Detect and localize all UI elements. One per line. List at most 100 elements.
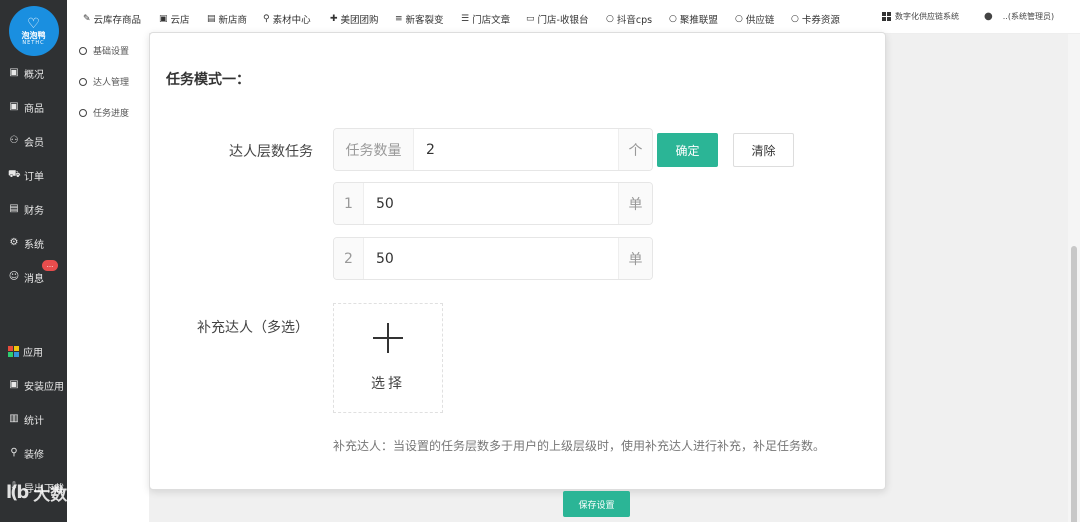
subnav-task-progress[interactable]: 任务进度 bbox=[79, 106, 129, 119]
goods-icon: ▣ bbox=[9, 101, 19, 112]
chart-icon: ▥ bbox=[9, 413, 19, 424]
sidebar-item-label: 应用 bbox=[23, 347, 43, 359]
select-influencer-button[interactable]: 选择 bbox=[333, 303, 443, 413]
save-settings-button[interactable]: 保存设置 bbox=[563, 491, 630, 517]
sidebar-item-apps[interactable]: 应用 bbox=[0, 339, 67, 363]
top-nav-meituan[interactable]: ✚ 美团团购 bbox=[330, 12, 379, 26]
main-sidebar: ♡ 泡泡鸭 NETHC ▣ 概况 ▣ 商品 ⚇ 会员 ⛟ 订单 ▤ 财务 ⚙ 系统 ☺ 消息 … bbox=[0, 0, 67, 522]
circle-icon bbox=[79, 108, 87, 117]
top-nav-alliance[interactable]: ○ 聚推联盟 bbox=[669, 12, 718, 26]
clear-button[interactable]: 清除 bbox=[733, 133, 794, 167]
top-nav-articles[interactable]: ☰ 门店文章 bbox=[461, 12, 510, 26]
top-nav-douyin[interactable]: ○ 抖音cps bbox=[606, 12, 652, 26]
member-icon: ⚇ bbox=[9, 135, 19, 146]
cart-icon: ⛟ bbox=[8, 169, 21, 180]
circle-icon: ○ bbox=[669, 14, 677, 24]
sidebar-item-finance[interactable]: ▤ 财务 bbox=[0, 197, 67, 221]
logo-subtext: NETHC bbox=[22, 39, 45, 46]
top-nav-cloud-stock[interactable]: ✎ 云库存商品 bbox=[83, 12, 141, 26]
watermark-logo: l(b bbox=[6, 482, 29, 503]
level-index: 2 bbox=[334, 238, 364, 279]
sidebar-item-goods[interactable]: ▣ 商品 bbox=[0, 95, 67, 119]
top-nav-coupons[interactable]: ○ 卡券资源 bbox=[791, 12, 840, 26]
sidebar-item-label: 安装应用 bbox=[24, 381, 64, 393]
top-nav-fission[interactable]: ≡ 新客裂变 bbox=[395, 12, 444, 26]
select-label: 选择 bbox=[371, 376, 405, 392]
subnav-label: 达人管理 bbox=[93, 78, 130, 88]
sidebar-item-install[interactable]: ▣ 安装应用 bbox=[0, 373, 67, 397]
top-nav-label: 聚推联盟 bbox=[679, 15, 718, 26]
task-count-input[interactable]: 任务数量 2 个 bbox=[333, 128, 653, 171]
page-scrollbar[interactable] bbox=[1068, 34, 1080, 522]
brand-logo[interactable]: ♡ 泡泡鸭 NETHC bbox=[8, 6, 59, 56]
task-count-prefix: 任务数量 bbox=[334, 129, 414, 170]
circle-icon bbox=[79, 77, 87, 86]
sidebar-item-label: 消息 bbox=[24, 273, 44, 285]
sidebar-item-label: 订单 bbox=[24, 171, 44, 183]
cashier-icon: ▭ bbox=[526, 14, 535, 24]
watermark-text: 大数跨境 bbox=[33, 485, 102, 505]
top-nav-label: 新客裂变 bbox=[405, 15, 444, 26]
apps-icon bbox=[8, 345, 19, 357]
material-icon: ⚲ bbox=[263, 14, 270, 24]
system-label: 数字化供应链系统 bbox=[895, 12, 959, 21]
sidebar-item-orders[interactable]: ⛟ 订单 bbox=[0, 163, 67, 187]
sidebar-item-stats[interactable]: ▥ 统计 bbox=[0, 407, 67, 431]
sidebar-item-member[interactable]: ⚇ 会员 bbox=[0, 129, 67, 153]
sidebar-item-label: 概况 bbox=[24, 69, 44, 81]
level-value[interactable]: 50 bbox=[364, 238, 618, 279]
sidebar-item-overview[interactable]: ▣ 概况 bbox=[0, 61, 67, 85]
level-value[interactable]: 50 bbox=[364, 183, 618, 224]
level-1-input[interactable]: 1 50 单 bbox=[333, 182, 653, 225]
circle-icon bbox=[79, 46, 87, 55]
user-icon: ● bbox=[984, 11, 993, 22]
task-count-value[interactable]: 2 bbox=[414, 129, 618, 170]
task-mode-dialog: 任务模式一： 达人层数任务 任务数量 2 个 确定 清除 1 50 单 2 50… bbox=[149, 32, 886, 490]
level-2-input[interactable]: 2 50 单 bbox=[333, 237, 653, 280]
top-nav-label: 门店-收银台 bbox=[537, 15, 589, 26]
article-icon: ☰ bbox=[461, 14, 470, 24]
sidebar-item-label: 装修 bbox=[24, 449, 44, 461]
top-nav-new-store[interactable]: ▤ 新店商 bbox=[207, 12, 247, 26]
logo-text: 泡泡鸭 bbox=[21, 30, 46, 40]
level-index: 1 bbox=[334, 183, 364, 224]
top-nav-label: 云库存商品 bbox=[93, 15, 142, 26]
user-label: ..(系统管理员) bbox=[1002, 12, 1055, 21]
subnav-label: 基础设置 bbox=[93, 47, 130, 57]
subnav-label: 任务进度 bbox=[93, 109, 130, 119]
top-nav-material[interactable]: ⚲ 素材中心 bbox=[263, 12, 311, 26]
sidebar-item-label: 统计 bbox=[24, 415, 44, 427]
system-switch[interactable]: 数字化供应链系统 bbox=[882, 11, 959, 22]
decorate-icon: ⚲ bbox=[10, 447, 18, 458]
plus-icon bbox=[373, 323, 403, 353]
overview-icon: ▣ bbox=[9, 67, 19, 78]
sidebar-item-label: 系统 bbox=[24, 239, 44, 251]
scrollbar-thumb[interactable] bbox=[1071, 246, 1077, 522]
sidebar-item-label: 商品 bbox=[24, 103, 44, 115]
sidebar-item-system[interactable]: ⚙ 系统 bbox=[0, 231, 67, 255]
top-nav-label: 卡券资源 bbox=[801, 15, 840, 26]
task-count-unit: 个 bbox=[618, 129, 652, 170]
top-nav-label: 云店 bbox=[170, 15, 190, 26]
user-menu[interactable]: ● ..(系统管理员) bbox=[984, 11, 1054, 22]
subnav-influencer-management[interactable]: 达人管理 bbox=[79, 75, 129, 88]
top-nav-label: 美团团购 bbox=[340, 15, 379, 26]
list-icon: ≡ bbox=[395, 14, 403, 24]
sidebar-item-decorate[interactable]: ⚲ 装修 bbox=[0, 441, 67, 465]
gear-icon: ⚙ bbox=[9, 237, 19, 248]
finance-icon: ▤ bbox=[9, 203, 19, 214]
top-nav-cloud-store[interactable]: ▣ 云店 bbox=[159, 12, 190, 26]
dialog-title: 任务模式一： bbox=[166, 72, 250, 88]
watermark: l(b 大数跨境 bbox=[6, 480, 101, 505]
top-nav-label: 抖音cps bbox=[616, 15, 653, 26]
confirm-button[interactable]: 确定 bbox=[657, 133, 718, 167]
top-nav-label: 门店文章 bbox=[472, 15, 511, 26]
top-nav-cashier[interactable]: ▭ 门店-收银台 bbox=[526, 12, 588, 26]
subnav-basic-settings[interactable]: 基础设置 bbox=[79, 44, 129, 57]
top-nav-supply[interactable]: ○ 供应链 bbox=[735, 12, 774, 26]
message-icon: ☺ bbox=[8, 271, 20, 282]
level-unit: 单 bbox=[618, 238, 652, 279]
level-unit: 单 bbox=[618, 183, 652, 224]
supplement-hint: 补充达人：当设置的任务层数多于用户的上级层级时，使用补充达人进行补充，补足任务数… bbox=[333, 439, 826, 453]
top-nav-label: 新店商 bbox=[218, 15, 248, 26]
